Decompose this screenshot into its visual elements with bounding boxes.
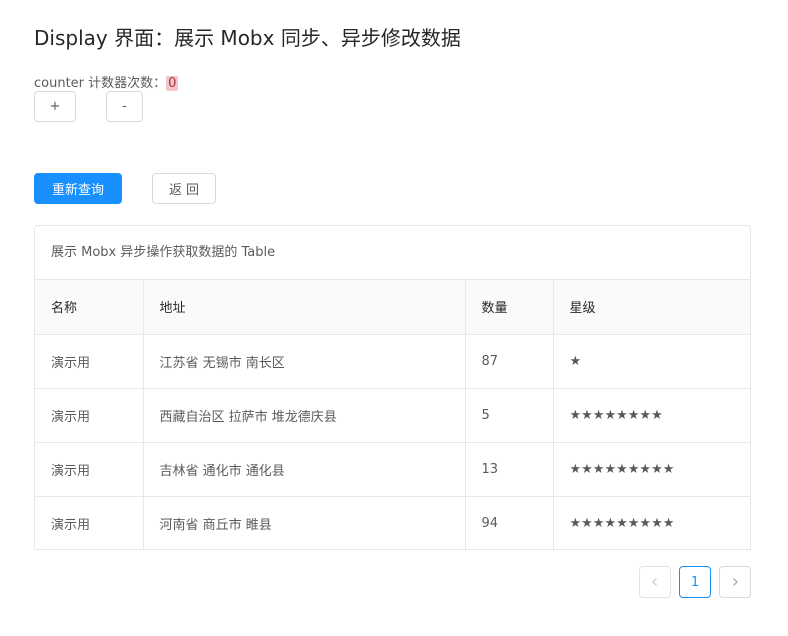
decrement-button[interactable]: -: [106, 91, 143, 122]
table-caption: 展示 Mobx 异步操作获取数据的 Table: [35, 226, 750, 280]
requery-button[interactable]: 重新查询: [34, 173, 122, 204]
table-row: 演示用 河南省 商丘市 睢县 94 ★★★★★★★★★: [35, 496, 750, 549]
back-button[interactable]: 返回: [152, 173, 216, 204]
table-row: 演示用 吉林省 通化市 通化县 13 ★★★★★★★★★: [35, 442, 750, 497]
cell-stars: ★★★★★★★★★: [553, 442, 750, 497]
data-table: 展示 Mobx 异步操作获取数据的 Table 名称 地址 数量 星级 演示用 …: [34, 225, 751, 550]
column-header-stars: 星级: [553, 280, 750, 335]
cell-name: 演示用: [35, 334, 144, 389]
cell-address: 江苏省 无锡市 南长区: [143, 334, 466, 389]
pagination-prev-button[interactable]: [639, 566, 671, 598]
cell-stars: ★★★★★★★★★: [553, 496, 750, 549]
pagination-next-button[interactable]: [719, 566, 751, 598]
table-row: 演示用 江苏省 无锡市 南长区 87 ★: [35, 334, 750, 389]
display-page: Display 界面：展示 Mobx 同步、异步修改数据 counter 计数器…: [0, 0, 788, 636]
counter-value: 0: [166, 76, 179, 91]
chevron-right-icon: [733, 578, 738, 586]
cell-quantity: 87: [465, 334, 554, 389]
column-header-name: 名称: [35, 280, 144, 335]
table-grid: 名称 地址 数量 星级 演示用 江苏省 无锡市 南长区 87 ★ 演示用 西藏自…: [35, 280, 750, 549]
cell-address: 西藏自治区 拉萨市 堆龙德庆县: [143, 388, 466, 443]
cell-quantity: 94: [465, 496, 554, 549]
column-header-quantity: 数量: [465, 280, 554, 335]
cell-stars: ★★★★★★★★: [553, 388, 750, 443]
counter-line: counter 计数器次数： 0: [34, 72, 179, 91]
cell-name: 演示用: [35, 388, 144, 443]
table-row: 演示用 西藏自治区 拉萨市 堆龙德庆县 5 ★★★★★★★★: [35, 388, 750, 443]
cell-stars: ★: [553, 334, 750, 389]
chevron-left-icon: [652, 578, 657, 586]
counter-label: counter 计数器次数：: [34, 76, 167, 91]
page-title: Display 界面：展示 Mobx 同步、异步修改数据: [34, 26, 461, 50]
pagination-page-1[interactable]: 1: [679, 566, 711, 598]
cell-name: 演示用: [35, 496, 144, 549]
cell-address: 吉林省 通化市 通化县: [143, 442, 466, 497]
cell-address: 河南省 商丘市 睢县: [143, 496, 466, 549]
cell-quantity: 5: [465, 388, 554, 443]
cell-quantity: 13: [465, 442, 554, 497]
table-header-row: 名称 地址 数量 星级: [35, 280, 750, 335]
increment-button[interactable]: +: [34, 91, 76, 122]
column-header-address: 地址: [143, 280, 466, 335]
cell-name: 演示用: [35, 442, 144, 497]
